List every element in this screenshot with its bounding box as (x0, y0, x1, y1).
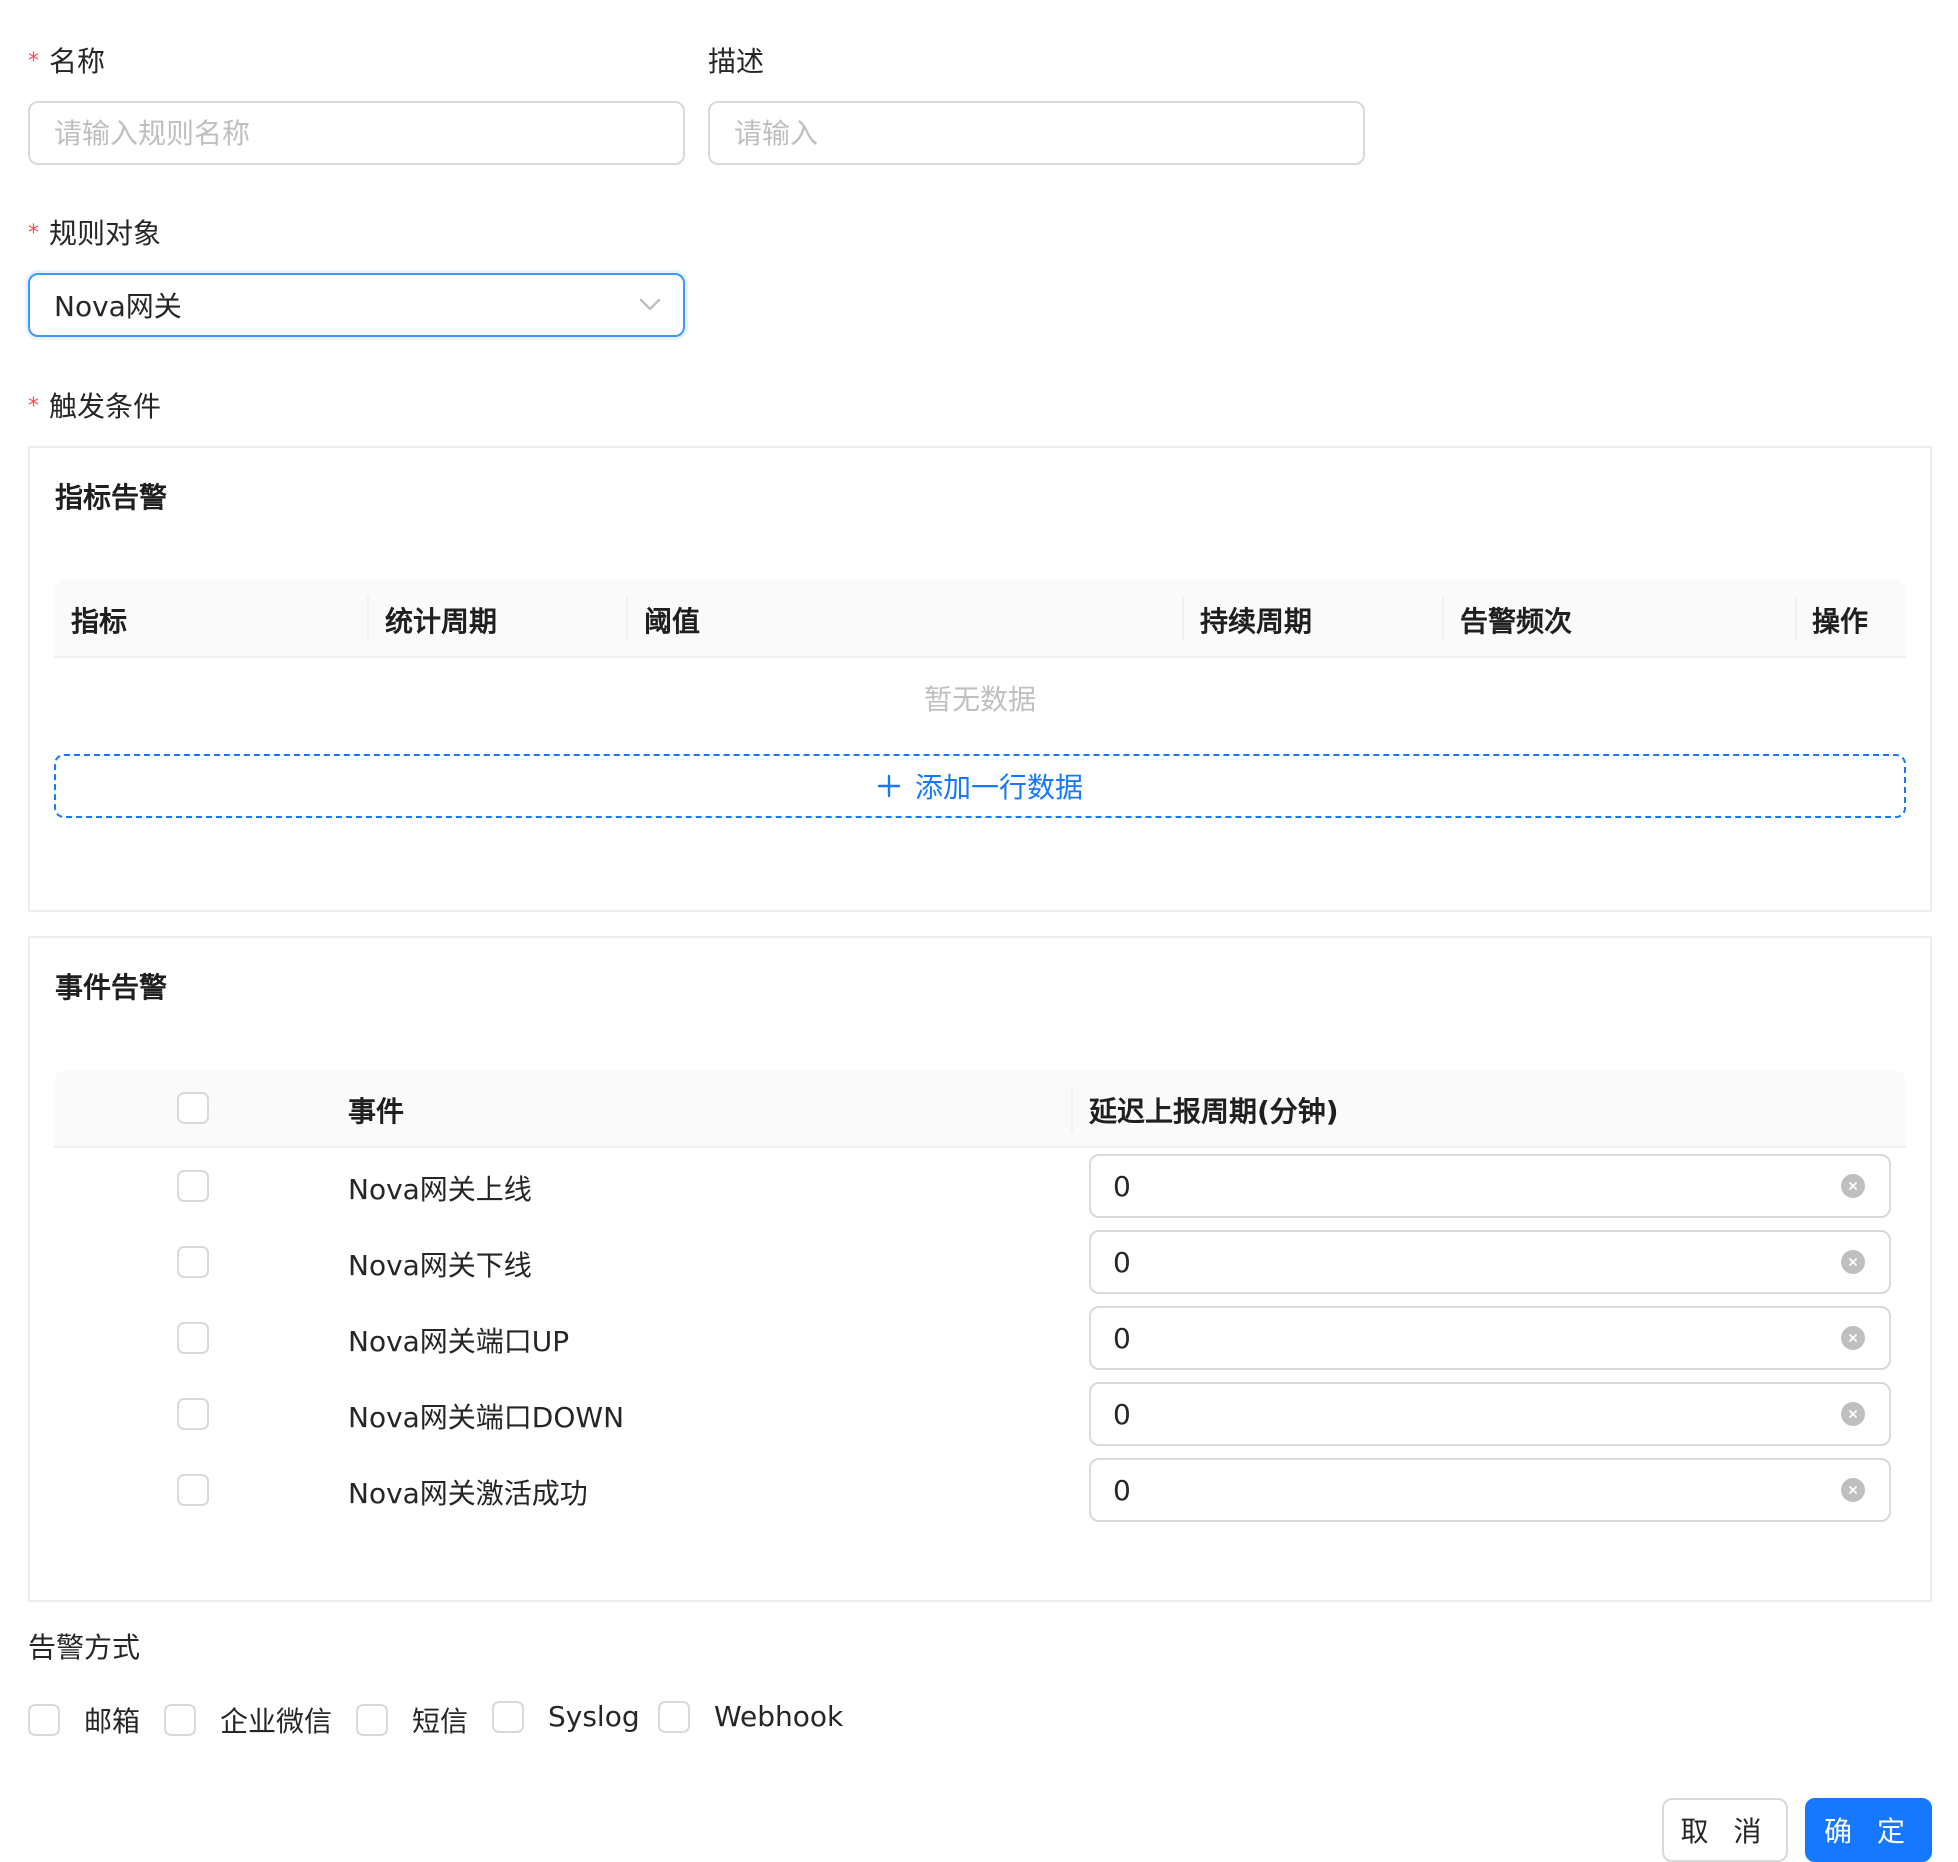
delay-input[interactable]: 0 (1089, 1154, 1891, 1218)
event-name: Nova网关下线 (348, 1249, 532, 1282)
add-row-button[interactable]: 添加一行数据 (54, 754, 1906, 818)
description-input[interactable] (708, 101, 1365, 165)
required-mark: * (28, 221, 39, 246)
column-header-frequency: 告警频次 (1460, 605, 1573, 638)
column-header-metric: 指标 (71, 605, 128, 638)
column-divider (626, 597, 628, 641)
row-checkbox[interactable] (177, 1246, 209, 1278)
cancel-button[interactable]: 取 消 (1662, 1798, 1788, 1862)
column-divider (1182, 597, 1184, 641)
add-row-label: 添加一行数据 (914, 771, 1083, 804)
description-label: 描述 (708, 45, 765, 78)
sms-checkbox[interactable] (356, 1704, 388, 1736)
metric-alarm-title: 指标告警 (55, 481, 168, 514)
delay-value: 0 (1113, 1321, 1131, 1355)
rule-object-select[interactable]: Nova网关 (28, 273, 685, 337)
rule-object-value: Nova网关 (54, 290, 182, 323)
empty-state-text: 暂无数据 (924, 683, 1037, 716)
clear-icon[interactable] (1841, 1326, 1865, 1350)
event-alarm-title: 事件告警 (55, 971, 168, 1004)
row-checkbox[interactable] (177, 1322, 209, 1354)
required-mark: * (28, 49, 39, 74)
select-all-checkbox[interactable] (177, 1092, 209, 1124)
alarm-method-label: 邮箱 (84, 1705, 141, 1738)
clear-icon[interactable] (1841, 1250, 1865, 1274)
event-name: Nova网关端口UP (348, 1325, 570, 1358)
clear-icon[interactable] (1841, 1478, 1865, 1502)
column-header-actions: 操作 (1812, 605, 1869, 638)
column-divider (367, 597, 369, 641)
delay-input[interactable]: 0 (1089, 1458, 1891, 1522)
delay-input[interactable]: 0 (1089, 1306, 1891, 1370)
alarm-method-label: Webhook (714, 1700, 844, 1733)
email-checkbox[interactable] (28, 1704, 60, 1736)
chevron-down-icon (639, 298, 661, 312)
required-mark: * (28, 394, 39, 419)
event-name: Nova网关上线 (348, 1173, 532, 1206)
column-header-delay: 延迟上报周期(分钟) (1089, 1095, 1339, 1128)
row-checkbox[interactable] (177, 1170, 209, 1202)
delay-value: 0 (1113, 1473, 1131, 1507)
confirm-button[interactable]: 确 定 (1805, 1798, 1932, 1862)
rule-object-label-text: 规则对象 (49, 217, 162, 250)
column-divider (1071, 1087, 1073, 1131)
syslog-checkbox[interactable] (492, 1700, 524, 1733)
event-name: Nova网关激活成功 (348, 1477, 588, 1510)
delay-value: 0 (1113, 1245, 1131, 1279)
event-name: Nova网关端口DOWN (348, 1401, 625, 1434)
alarm-method-webhook[interactable]: Webhook (658, 1700, 843, 1733)
name-label: * 名称 (28, 44, 105, 83)
wecom-checkbox[interactable] (164, 1704, 196, 1736)
alarm-method-email[interactable]: 邮箱 (28, 1700, 140, 1740)
column-divider (1442, 597, 1444, 641)
row-checkbox[interactable] (177, 1398, 209, 1430)
delay-value: 0 (1113, 1397, 1131, 1431)
name-input[interactable] (28, 101, 685, 165)
column-header-event: 事件 (348, 1095, 405, 1128)
column-header-threshold: 阈值 (644, 605, 701, 638)
row-checkbox[interactable] (177, 1474, 209, 1506)
alarm-method-label: 企业微信 (220, 1705, 333, 1738)
plus-icon (877, 774, 901, 798)
alarm-method-label: 短信 (412, 1705, 469, 1738)
rule-object-label: * 规则对象 (28, 216, 161, 255)
column-divider (1795, 597, 1797, 641)
alarm-method-label: Syslog (548, 1700, 640, 1733)
delay-input[interactable]: 0 (1089, 1230, 1891, 1294)
alarm-methods-label: 告警方式 (28, 1631, 141, 1664)
alarm-method-syslog[interactable]: Syslog (492, 1700, 640, 1733)
alarm-method-sms[interactable]: 短信 (356, 1700, 468, 1740)
delay-input[interactable]: 0 (1089, 1382, 1891, 1446)
event-table-header (54, 1070, 1906, 1148)
alarm-method-wecom[interactable]: 企业微信 (164, 1700, 332, 1740)
column-header-period: 统计周期 (385, 605, 498, 638)
trigger-label: * 触发条件 (28, 389, 161, 428)
name-label-text: 名称 (49, 45, 106, 78)
column-header-duration: 持续周期 (1200, 605, 1313, 638)
clear-icon[interactable] (1841, 1402, 1865, 1426)
delay-value: 0 (1113, 1169, 1131, 1203)
webhook-checkbox[interactable] (658, 1700, 690, 1733)
trigger-label-text: 触发条件 (49, 390, 162, 423)
metric-table-header (54, 580, 1906, 658)
clear-icon[interactable] (1841, 1174, 1865, 1198)
